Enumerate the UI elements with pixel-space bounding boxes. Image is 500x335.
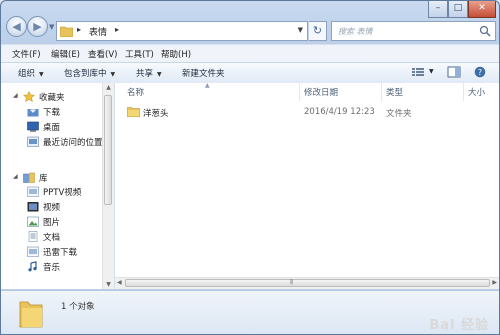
- sidebar-item-label: 音乐: [43, 263, 61, 273]
- expand-collapse-icon[interactable]: ◢: [13, 173, 18, 180]
- menu-help[interactable]: 帮助(H): [161, 48, 191, 60]
- chevron-down-icon: ▼: [110, 71, 116, 78]
- scroll-left-icon[interactable]: ◀: [117, 279, 122, 286]
- navigation-bar: ◀ ▶ ▼ ▸ 表情 ▸ ▼ ↻ 搜索 表情 – □ ✕: [1, 1, 499, 43]
- item-count: 1 个对象: [61, 302, 95, 312]
- watermark: Bai 经验: [429, 318, 489, 333]
- folder-icon: [60, 26, 73, 37]
- file-date: 2016/4/19 12:23: [304, 107, 375, 117]
- breadcrumb-item[interactable]: 表情: [89, 25, 107, 38]
- column-header-date[interactable]: 修改日期: [304, 86, 338, 98]
- column-divider[interactable]: [299, 83, 300, 101]
- sidebar-item-label: 最近访问的位置: [43, 138, 103, 148]
- sidebar-item-label: 文档: [43, 233, 61, 243]
- breadcrumb-separator-icon[interactable]: ▸: [77, 25, 81, 34]
- refresh-button[interactable]: ↻: [309, 21, 327, 41]
- address-bar[interactable]: ▸ 表情 ▸ ▼: [56, 21, 308, 41]
- organize-label: 组织: [18, 69, 36, 79]
- forward-button[interactable]: ▶: [27, 16, 48, 37]
- column-header-size[interactable]: 大小: [468, 86, 485, 98]
- new-folder-button[interactable]: 新建文件夹: [182, 67, 225, 79]
- menu-file[interactable]: 文件(F): [12, 48, 41, 60]
- folder-icon: [19, 301, 43, 328]
- address-history-dropdown-icon[interactable]: ▼: [298, 26, 303, 34]
- star-icon: [23, 91, 35, 102]
- scroll-grip-icon: |||: [290, 279, 293, 285]
- recent-pages-dropdown-icon[interactable]: ▼: [49, 23, 56, 31]
- library-icon: [23, 172, 35, 183]
- sidebar-scrollbar[interactable]: ▲ ▼: [102, 83, 114, 289]
- sidebar-item-label: 下载: [43, 108, 61, 118]
- search-placeholder: 搜索 表情: [338, 27, 373, 36]
- scroll-up-icon[interactable]: ▲: [105, 84, 112, 91]
- sidebar-item-label: 迅雷下载: [43, 248, 78, 258]
- back-button[interactable]: ◀: [6, 16, 27, 37]
- music-icon: [28, 261, 37, 272]
- minimize-button[interactable]: –: [428, 1, 448, 18]
- sidebar-item-label: 收藏夹: [39, 93, 65, 103]
- column-header-type[interactable]: 类型: [386, 86, 403, 98]
- menu-view[interactable]: 查看(V): [88, 48, 117, 60]
- navigation-pane: ◢ 收藏夹 下载 桌面 最近访问的位置 ◢ 库 PPTV视频 视频 图片 文档 …: [1, 83, 115, 289]
- file-list-horizontal-scrollbar[interactable]: ◀ ||| ▶: [115, 277, 499, 289]
- documents-icon: [28, 231, 38, 242]
- sidebar-item-label: 库: [39, 174, 48, 184]
- library-folder-icon: [27, 246, 39, 257]
- share-label: 共享: [136, 69, 154, 79]
- view-dropdown-icon[interactable]: ▼: [429, 68, 434, 75]
- videos-icon: [27, 202, 39, 212]
- breadcrumb-separator-icon[interactable]: ▸: [115, 25, 119, 34]
- scroll-right-icon[interactable]: ▶: [492, 279, 497, 286]
- close-button[interactable]: ✕: [468, 1, 496, 18]
- column-divider[interactable]: [463, 83, 464, 101]
- search-icon[interactable]: [478, 24, 492, 38]
- command-toolbar: 组织 ▼ 包含到库中 ▼ 共享 ▼ 新建文件夹 ▼ ?: [1, 62, 499, 84]
- recent-places-icon: [27, 136, 39, 147]
- column-header-name[interactable]: 名称: [127, 86, 144, 98]
- sidebar-item-label: 图片: [43, 218, 61, 228]
- sidebar-item-label: 桌面: [43, 123, 61, 133]
- expand-collapse-icon[interactable]: ◢: [13, 92, 18, 99]
- sidebar-item-label: 视频: [43, 203, 61, 213]
- downloads-icon: [27, 106, 39, 117]
- menu-edit[interactable]: 编辑(E): [51, 48, 80, 60]
- maximize-button[interactable]: □: [448, 1, 468, 18]
- view-options-icon[interactable]: [411, 66, 425, 78]
- sidebar-item-label: PPTV视频: [43, 188, 82, 198]
- chevron-down-icon: ▼: [157, 71, 162, 78]
- file-row[interactable]: 洋葱头 2016/4/19 12:23 文件夹: [127, 105, 497, 119]
- scroll-down-icon[interactable]: ▼: [105, 281, 112, 288]
- pictures-icon: [27, 216, 39, 227]
- desktop-icon: [27, 121, 39, 132]
- details-pane: 1 个对象 Bai 经验: [1, 290, 499, 334]
- menu-bar: 文件(F) 编辑(E) 查看(V) 工具(T) 帮助(H): [1, 44, 499, 63]
- file-list-pane: ▲ 名称 修改日期 类型 大小 洋葱头 2016/4/19 12:23 文件夹 …: [115, 82, 499, 289]
- explorer-window: ◀ ▶ ▼ ▸ 表情 ▸ ▼ ↻ 搜索 表情 – □ ✕ 文件(F) 编辑(E)…: [0, 0, 500, 335]
- organize-button[interactable]: 组织 ▼: [18, 67, 44, 79]
- help-icon[interactable]: ?: [473, 66, 487, 78]
- sort-indicator-icon: ▲: [205, 82, 210, 89]
- include-in-library-button[interactable]: 包含到库中 ▼: [64, 67, 115, 79]
- column-divider[interactable]: [381, 83, 382, 101]
- scrollbar-thumb[interactable]: [125, 279, 490, 287]
- menu-tools[interactable]: 工具(T): [125, 48, 154, 60]
- preview-pane-icon[interactable]: [447, 66, 461, 78]
- file-name: 洋葱头: [143, 109, 169, 119]
- window-controls: – □ ✕: [428, 1, 496, 19]
- include-library-label: 包含到库中: [64, 69, 107, 79]
- scrollbar-thumb[interactable]: [104, 95, 112, 205]
- library-folder-icon: [27, 186, 39, 197]
- folder-icon: [127, 107, 140, 117]
- svg-text:?: ?: [478, 68, 482, 77]
- file-type: 文件夹: [386, 109, 412, 119]
- chevron-down-icon: ▼: [39, 71, 44, 78]
- share-button[interactable]: 共享 ▼: [136, 67, 162, 79]
- search-input[interactable]: 搜索 表情: [331, 21, 496, 41]
